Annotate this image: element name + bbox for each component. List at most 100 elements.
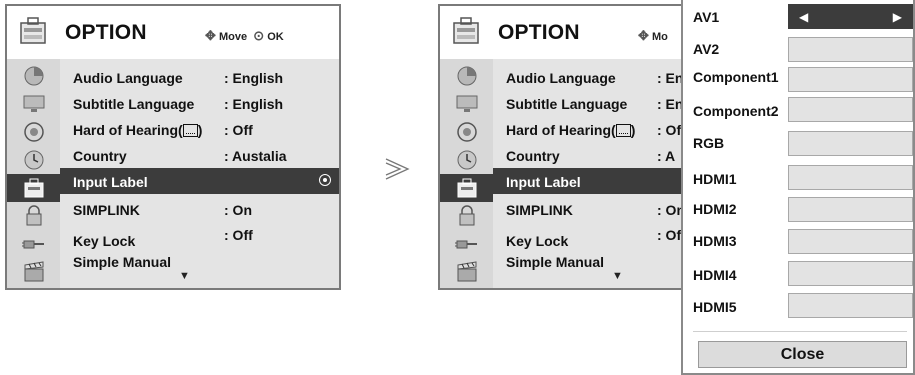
label-box[interactable] [788,261,913,286]
menu-item-simplink[interactable]: SIMPLINK : On [60,196,339,222]
item-value: : On [657,202,684,218]
sidebar-option[interactable] [7,174,60,202]
input-row-rgb[interactable]: RGB [683,130,913,158]
input-row-component1[interactable]: Component1 [683,66,913,94]
clock-icon [24,150,43,170]
option-briefcase-icon [453,17,479,44]
option-briefcase-icon [20,17,46,44]
input-row-component2[interactable]: Component2 [683,96,913,124]
sidebar-input[interactable] [440,230,493,258]
input-row-hdmi2[interactable]: HDMI2 [683,196,913,224]
right-arrow-icon[interactable]: ▶ [893,10,902,24]
item-label: Subtitle Language [506,96,628,112]
item-label: Simple Manual [506,254,605,270]
item-label: Input Label [73,174,148,190]
label-box[interactable] [788,197,913,222]
input-row-hdmi4[interactable]: HDMI4 [683,260,913,288]
sidebar-time[interactable] [440,146,493,174]
usb-movie-icon [457,261,476,282]
audio-icon [456,122,477,142]
input-icon [21,240,44,249]
sidebar-usb[interactable] [7,258,60,286]
input-name: AV2 [693,41,720,57]
menu-title: OPTION [65,21,147,44]
item-label: Country [506,148,560,164]
sidebar-picture[interactable] [7,62,60,90]
menu-item-hard-of-hearing[interactable]: Hard of Hearing() : Off [60,116,339,142]
menu-item-simplink[interactable]: SIMPLINK : On [493,196,682,222]
navigation-help: ✥ Move ⊙ OK [205,28,284,44]
input-name: RGB [693,135,725,151]
sidebar-picture[interactable] [440,62,493,90]
label-box[interactable] [788,37,913,62]
menu-item-audio-language[interactable]: Audio Language : English [60,64,339,90]
menu-item-input-label[interactable]: Input Label [60,168,339,194]
closed-caption-icon [615,124,631,137]
label-selector[interactable]: ◀ ▶ [788,4,913,29]
item-value: : A [657,148,676,164]
sidebar-input[interactable] [7,230,60,258]
menu-title: OPTION [498,21,580,44]
sidebar-audio[interactable] [440,118,493,146]
item-label: Simple Manual [73,254,172,270]
label-box[interactable] [788,165,913,190]
menu-item-country[interactable]: Country : A [493,142,682,168]
close-button[interactable]: Close [698,341,907,368]
help-move-label: Mo [651,31,668,43]
input-row-hdmi1[interactable]: HDMI1 [683,164,913,192]
input-row-hdmi5[interactable]: HDMI5 [683,292,913,320]
sidebar-lock[interactable] [440,202,493,230]
picture-icon [24,66,43,86]
left-arrow-icon[interactable]: ◀ [799,10,808,24]
label-box[interactable] [788,67,913,92]
label-box[interactable] [788,229,913,254]
menu-item-input-label[interactable]: Input Label [493,168,682,194]
option-menu-panel-right: OPTION ✥ Mo Audio Language: En Subtitle… [438,4,684,290]
clock-icon [457,150,476,170]
menu-item-key-lock[interactable]: Key Lock : Off [60,224,339,250]
input-row-av1[interactable]: AV1 ◀ ▶ [683,4,913,32]
item-label: Input Label [506,174,581,190]
sidebar-option[interactable] [440,174,493,202]
item-value: : Austalia [224,148,287,164]
label-box[interactable] [788,131,913,156]
option-icon [24,178,43,198]
divider [693,331,907,332]
scroll-down-arrow-icon[interactable]: ▼ [179,270,190,282]
input-name: Component2 [693,103,779,119]
input-row-hdmi3[interactable]: HDMI3 [683,228,913,256]
label-box[interactable] [788,97,913,122]
input-name: HDMI4 [693,267,737,283]
item-value: : En [657,70,684,86]
item-label: SIMPLINK [73,202,140,218]
item-value: : Off [224,227,253,243]
menu-item-simple-manual[interactable]: Simple Manual [60,248,339,274]
menu-header: OPTION ✥ Move ⊙ OK [7,6,339,59]
menu-item-key-lock[interactable]: Key Lock : Of [493,224,682,250]
sidebar-usb[interactable] [440,258,493,286]
audio-icon [23,122,44,142]
item-label: Key Lock [73,233,136,249]
item-label: Hard of Hearing() [506,122,636,138]
item-label: Hard of Hearing() [73,122,203,138]
sidebar-lock[interactable] [7,202,60,230]
input-name: HDMI5 [693,299,737,315]
sidebar-screen[interactable] [7,90,60,118]
menu-item-simple-manual[interactable]: Simple Manual [493,248,682,274]
item-label: SIMPLINK [506,202,573,218]
scroll-down-arrow-icon[interactable]: ▼ [612,270,623,282]
menu-item-hard-of-hearing[interactable]: Hard of Hearing() : Of [493,116,682,142]
sidebar-screen[interactable] [440,90,493,118]
item-value: : Off [224,122,253,138]
menu-item-audio-language[interactable]: Audio Language : En [493,64,682,90]
menu-item-subtitle-language[interactable]: Subtitle Language : English [60,90,339,116]
input-row-av2[interactable]: AV2 [683,34,913,62]
label-box[interactable] [788,293,913,318]
menu-item-subtitle-language[interactable]: Subtitle Language : En [493,90,682,116]
option-menu-panel-left: OPTION ✥ Move ⊙ OK Audio Language: Engl… [5,4,341,290]
screen-icon [23,95,44,112]
sidebar-time[interactable] [7,146,60,174]
menu-item-country[interactable]: Country : Austalia [60,142,339,168]
sidebar-audio[interactable] [7,118,60,146]
category-sidebar [7,59,60,288]
